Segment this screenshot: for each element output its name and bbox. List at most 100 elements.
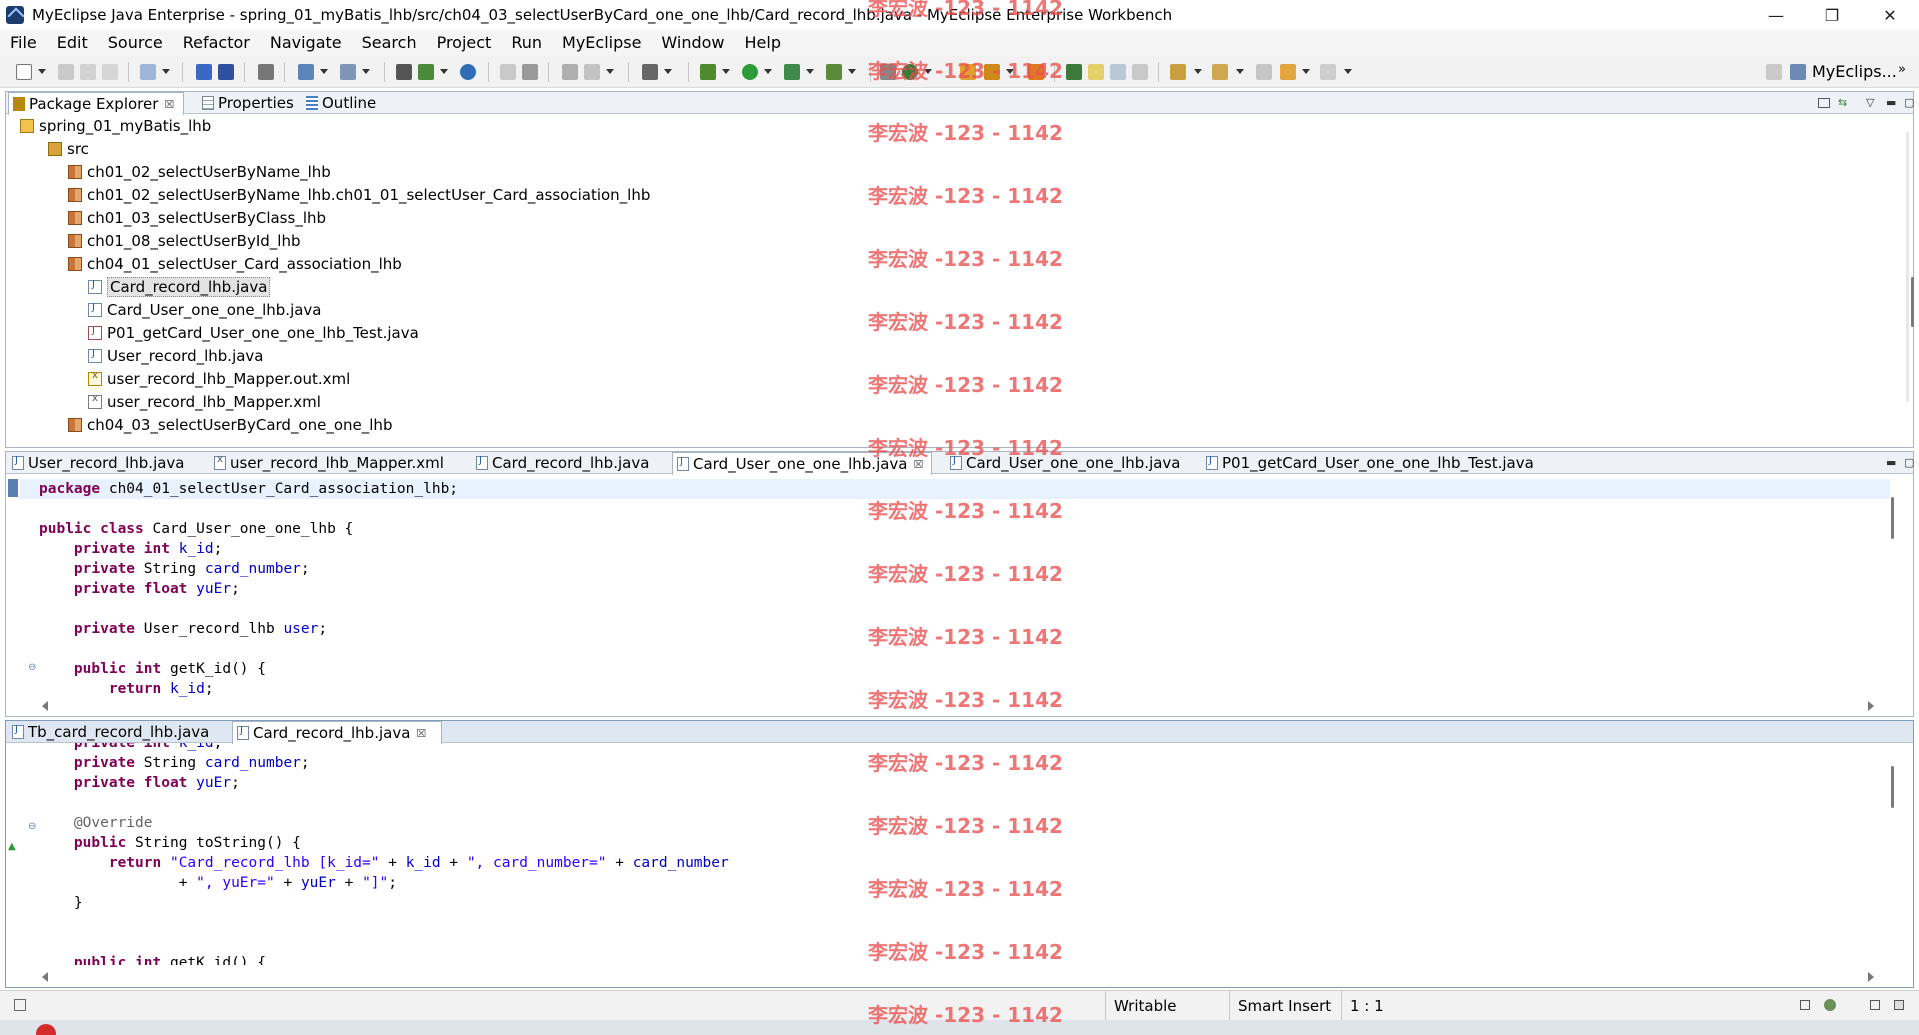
run-test-dropdown-icon[interactable] [806,69,814,74]
collapse-all-icon[interactable] [1818,98,1830,108]
scroll-left-icon[interactable] [42,701,48,711]
tree-item-package[interactable]: ch04_03_selectUserByCard_one_one_lhb [68,415,392,434]
tree-item-src[interactable]: src [48,139,89,158]
minimize-button[interactable]: — [1747,0,1805,30]
restore-view-icon[interactable] [1870,1000,1880,1010]
new-project-icon[interactable] [140,64,156,80]
link-with-editor-icon[interactable]: ⇆ [1838,96,1847,109]
editor-top-vertical-scroll-thumb[interactable] [1891,497,1894,539]
menu-navigate[interactable]: Navigate [260,30,352,56]
tree-item-package[interactable]: ch01_02_selectUserByName_lhb [68,162,331,181]
editor-bottom-vertical-scroll-thumb[interactable] [1891,766,1894,808]
debug-icon[interactable] [700,64,716,80]
fast-view-icon[interactable] [14,999,26,1011]
close-tab-icon[interactable]: ☒ [164,98,174,111]
run-dropdown-icon[interactable] [764,69,772,74]
scroll-right-icon[interactable] [1868,701,1874,711]
maximize-editor-icon[interactable]: ▢ [1904,456,1914,469]
previous-annotation-icon[interactable] [1212,64,1228,80]
show-whitespace-icon[interactable] [1132,64,1148,80]
menu-help[interactable]: Help [735,30,791,56]
tree-item-project[interactable]: spring_01_myBatis_lhb [20,116,211,135]
run-test-icon[interactable] [784,64,800,80]
menu-edit[interactable]: Edit [47,30,98,56]
open-resource-icon[interactable] [218,64,234,80]
myeclipse-perspective-icon[interactable] [1790,64,1806,80]
build-dropdown-icon[interactable] [606,69,614,74]
clean-icon[interactable] [584,64,600,80]
tree-item-package[interactable]: ch01_08_selectUserById_lhb [68,231,301,250]
fold-method-icon[interactable]: ⊖ [28,662,36,673]
terminal-icon[interactable] [642,64,658,80]
code-editor-bottom[interactable]: private int k_id; private String card_nu… [39,743,729,965]
new-project-dropdown-icon[interactable] [162,69,170,74]
scroll-right-icon[interactable] [1868,972,1874,982]
tree-item-package[interactable]: ch04_01_selectUser_Card_association_lhb [68,254,402,273]
tab-properties[interactable]: Properties [198,92,298,114]
tab-outline[interactable]: Outline [302,92,380,114]
menu-myeclipse[interactable]: MyEclipse [552,30,651,56]
tab-card-record-java[interactable]: Card_record_lhb.java [472,452,653,474]
close-tab-icon[interactable]: ☒ [416,727,426,740]
external-tools-dropdown-icon[interactable] [848,69,856,74]
new-dropdown-icon[interactable] [38,69,46,74]
close-button[interactable]: ✕ [1861,0,1919,30]
scroll-left-icon[interactable] [42,972,48,982]
menu-search[interactable]: Search [352,30,427,56]
menu-window[interactable]: Window [651,30,734,56]
more-perspectives-icon[interactable]: » [1898,62,1906,77]
refresh-icon[interactable] [522,64,538,80]
tree-item-file[interactable]: user_record_lhb_Mapper.xml [88,392,321,411]
open-type-icon[interactable] [196,64,212,80]
tree-item-file-selected[interactable]: Card_record_lhb.java [88,276,271,297]
tree-item-file[interactable]: Card_User_one_one_lhb.java [88,300,322,319]
back-icon[interactable] [1280,64,1296,80]
perspective-label[interactable]: MyEclips... [1812,62,1897,81]
web-service-icon[interactable] [418,64,434,80]
minimize-editor-icon[interactable]: ▬ [1886,456,1896,469]
menu-file[interactable]: File [0,30,47,56]
explorer-vertical-scrollbar[interactable] [1906,132,1909,402]
tab-user-record-mapper-xml[interactable]: user_record_lhb_Mapper.xml [210,452,448,474]
code-editor-top[interactable]: package ch04_01_selectUser_Card_associat… [39,479,458,699]
tab-p01-test-java[interactable]: P01_getCard_User_one_one_lhb_Test.java [1202,452,1538,474]
menu-project[interactable]: Project [427,30,502,56]
maximize-view-icon[interactable]: ▢ [1904,96,1914,109]
forward-icon[interactable] [1320,64,1336,80]
forward-dropdown-icon[interactable] [1344,69,1352,74]
tab-user-record-java[interactable]: User_record_lhb.java [8,452,189,474]
next-annotation-icon[interactable] [1170,64,1186,80]
progress-icon[interactable] [1824,999,1836,1011]
server-icon[interactable] [340,64,356,80]
terminal-dropdown-icon[interactable] [664,69,672,74]
back-history-icon[interactable] [500,64,516,80]
open-console-icon[interactable] [258,64,274,80]
menu-source[interactable]: Source [98,30,173,56]
deploy-icon[interactable] [298,64,314,80]
block-selection-icon[interactable] [1110,64,1126,80]
tree-item-package[interactable]: ch01_03_selectUserByClass_lhb [68,208,326,227]
next-annotation-dropdown-icon[interactable] [1194,69,1202,74]
mark-occurrences-icon[interactable] [1088,64,1104,80]
tree-item-file[interactable]: user_record_lhb_Mapper.out.xml [88,369,350,388]
run-icon[interactable] [742,64,758,80]
browser-icon[interactable] [460,64,476,80]
build-icon[interactable] [562,64,578,80]
tree-item-package[interactable]: ch01_02_selectUserByName_lhb.ch01_01_sel… [68,185,650,204]
menu-run[interactable]: Run [501,30,552,56]
minimize-view-icon[interactable]: ▬ [1886,96,1896,109]
print-icon[interactable] [102,64,118,80]
last-edit-location-icon[interactable] [1256,64,1272,80]
save-all-icon[interactable] [80,64,96,80]
deploy-dropdown-icon[interactable] [320,69,328,74]
new-file-icon[interactable] [16,64,32,80]
maximize-button[interactable]: ❐ [1803,0,1861,30]
explorer-scroll-thumb[interactable] [1911,277,1914,327]
tree-item-file[interactable]: User_record_lhb.java [88,346,264,365]
database-icon[interactable] [396,64,412,80]
back-dropdown-icon[interactable] [1302,69,1310,74]
tree-item-file[interactable]: P01_getCard_User_one_one_lhb_Test.java [88,323,419,342]
web-service-dropdown-icon[interactable] [440,69,448,74]
open-perspective-icon[interactable] [1766,64,1782,80]
view-menu-icon[interactable]: ▽ [1866,96,1874,109]
